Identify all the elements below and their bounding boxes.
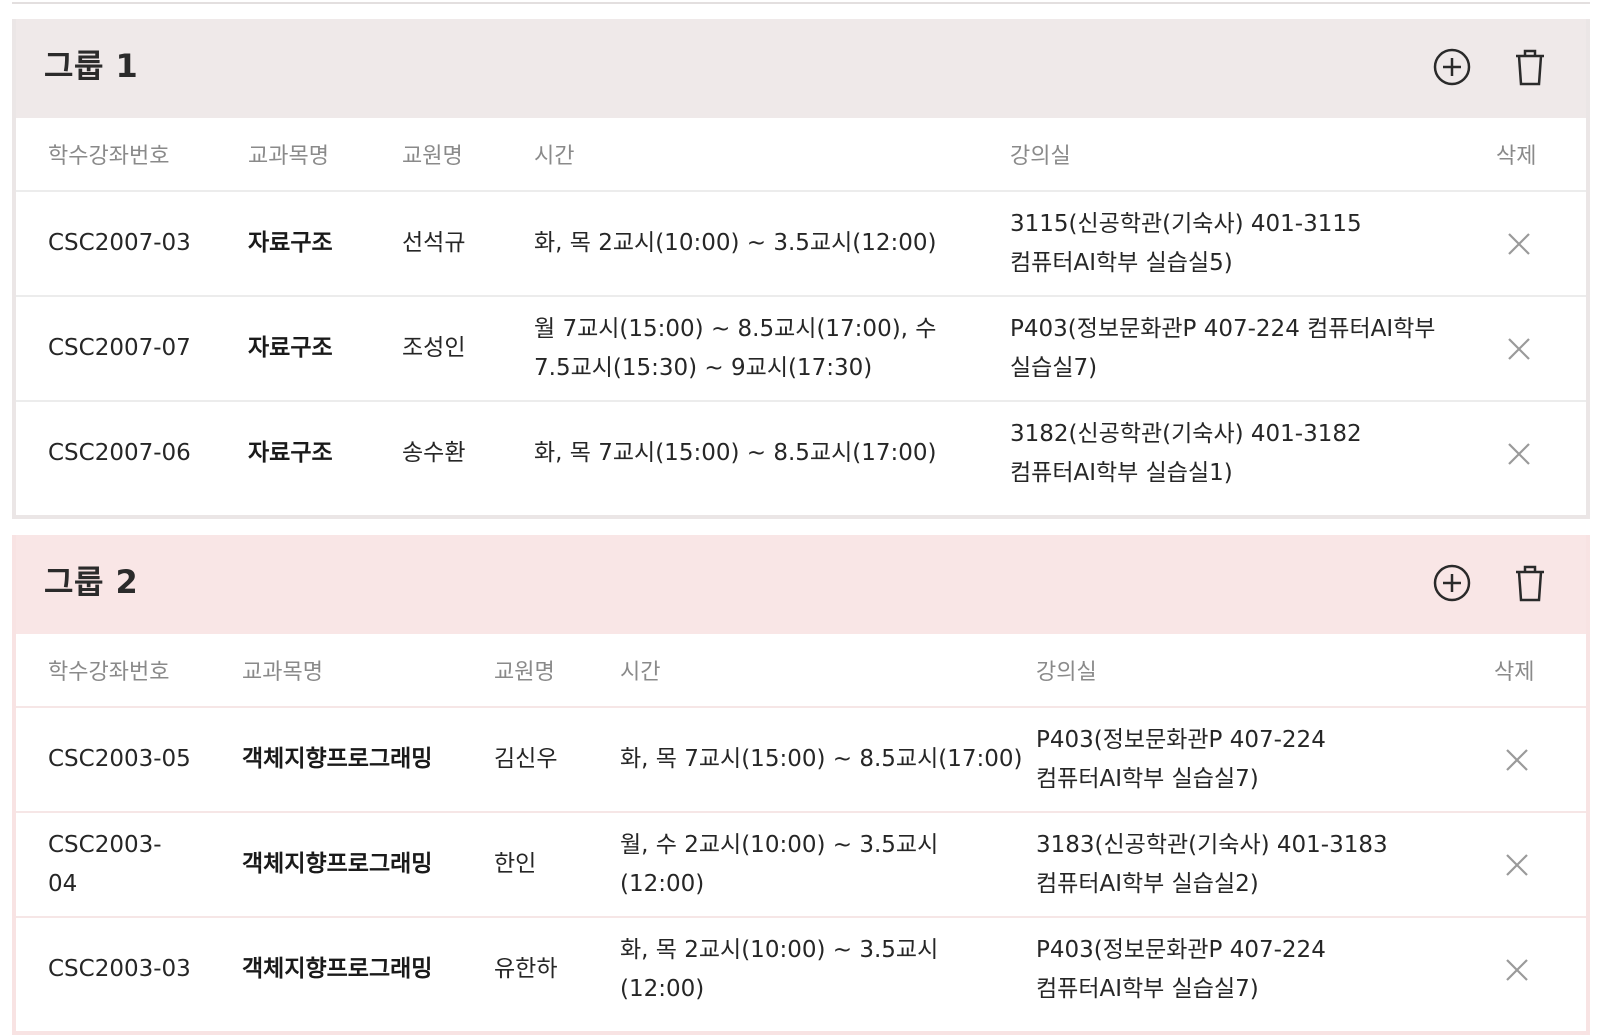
remove-course-button[interactable] [1504, 334, 1534, 364]
classroom: P403(정보문화관P 407-224 컴퓨터AI학부 실습실7) [1036, 707, 1454, 813]
close-icon [1508, 232, 1530, 255]
delete-group-button[interactable] [1508, 45, 1552, 89]
table-row: CSC2003-03 객체지향프로그래밍 유한하 화, 목 2교시(10:00)… [16, 917, 1586, 1021]
plus-circle-icon [1433, 48, 1471, 86]
delete-group-button[interactable] [1508, 561, 1552, 605]
course-code: CSC2003-03 [48, 956, 191, 982]
classroom: 3182(신공학관(기숙사) 401-3182 컴퓨터AI학부 실습실1) [1010, 420, 1362, 486]
table-header-row: 학수강좌번호 교과목명 교원명 시간 강의실 삭제 [16, 118, 1586, 192]
remove-course-button[interactable] [1502, 955, 1532, 985]
remove-course-button[interactable] [1502, 850, 1532, 880]
professor-name: 선석규 [402, 191, 534, 297]
course-code: CSC2003-04 [16, 812, 242, 918]
table-header-row: 학수강좌번호 교과목명 교원명 시간 강의실 삭제 [16, 634, 1586, 708]
close-icon [1506, 958, 1528, 981]
classroom: P403(정보문화관P 407-224 컴퓨터AI학부 실습실7) [1010, 296, 1456, 402]
table-row: CSC2003-05 객체지향프로그래밍 김신우 화, 목 7교시(15:00)… [16, 707, 1586, 813]
col-header-course: 교과목명 [248, 118, 402, 192]
col-header-code: 학수강좌번호 [16, 634, 242, 708]
classroom: 3183(신공학관(기숙사) 401-3183 컴퓨터AI학부 실습실2) [1036, 812, 1454, 918]
top-divider [12, 0, 1590, 4]
add-course-button[interactable] [1430, 561, 1474, 605]
course-table: 학수강좌번호 교과목명 교원명 시간 강의실 삭제 CSC2003-05 객체지… [16, 634, 1586, 1021]
plus-circle-icon [1433, 564, 1471, 602]
course-name: 자료구조 [248, 296, 402, 402]
group-title: 그룹 2 [44, 563, 139, 601]
add-course-button[interactable] [1430, 45, 1474, 89]
col-header-code: 학수강좌번호 [16, 118, 248, 192]
course-table: 학수강좌번호 교과목명 교원명 시간 강의실 삭제 CSC2007-03 자료구… [16, 118, 1586, 505]
remove-course-button[interactable] [1504, 229, 1534, 259]
table-row: CSC2007-07 자료구조 조성인 월 7교시(15:00) ~ 8.5교시… [16, 296, 1586, 402]
col-header-professor: 교원명 [494, 634, 620, 708]
col-header-time: 시간 [620, 634, 1036, 708]
col-header-room: 강의실 [1010, 118, 1456, 192]
classroom: 3115(신공학관(기숙사) 401-3115 컴퓨터AI학부 실습실5) [1010, 191, 1456, 297]
col-header-delete: 삭제 [1456, 118, 1586, 192]
class-time: 월, 수 2교시(10:00) ~ 3.5교시(12:00) [620, 812, 1036, 918]
course-name: 객체지향프로그래밍 [242, 956, 433, 982]
col-header-professor: 교원명 [402, 118, 534, 192]
close-icon [1508, 442, 1530, 465]
col-header-course: 교과목명 [242, 634, 494, 708]
course-name: 객체지향프로그래밍 [242, 707, 494, 813]
col-header-time: 시간 [534, 118, 1010, 192]
close-icon [1508, 337, 1530, 360]
group-title: 그룹 1 [44, 47, 139, 85]
table-row: CSC2007-03 자료구조 선석규 화, 목 2교시(10:00) ~ 3.… [16, 191, 1586, 297]
remove-course-button[interactable] [1504, 439, 1534, 469]
course-code: CSC2007-03 [16, 191, 248, 297]
professor-name: 유한하 [494, 956, 558, 982]
professor-name: 송수환 [402, 440, 466, 466]
close-icon [1506, 853, 1528, 876]
trash-icon [1516, 49, 1544, 86]
professor-name: 한인 [494, 812, 620, 918]
course-code: CSC2007-07 [16, 296, 248, 402]
class-time: 월 7교시(15:00) ~ 8.5교시(17:00), 수 7.5교시(15:… [534, 296, 1010, 402]
group-card-1: 그룹 1 학수강좌번호 교과목명 교원명 시간 강의실 삭제 CSC2007-0… [12, 19, 1590, 519]
classroom: P403(정보문화관P 407-224 컴퓨터AI학부 실습실7) [1036, 936, 1326, 1002]
group-card-2: 그룹 2 학수강좌번호 교과목명 교원명 시간 강의실 삭제 CSC2003-0… [12, 535, 1590, 1035]
group-header: 그룹 2 [16, 535, 1586, 634]
col-header-delete: 삭제 [1454, 634, 1586, 708]
course-name: 객체지향프로그래밍 [242, 812, 494, 918]
group-header: 그룹 1 [16, 19, 1586, 118]
col-header-room: 강의실 [1036, 634, 1454, 708]
course-name: 자료구조 [248, 191, 402, 297]
table-row: CSC2003-04 객체지향프로그래밍 한인 월, 수 2교시(10:00) … [16, 812, 1586, 918]
course-code: CSC2007-06 [48, 440, 191, 466]
class-time: 화, 목 2교시(10:00) ~ 3.5교시(12:00) [534, 191, 1010, 297]
course-name: 자료구조 [248, 440, 333, 466]
professor-name: 김신우 [494, 707, 620, 813]
table-row: CSC2007-06 자료구조 송수환 화, 목 7교시(15:00) ~ 8.… [16, 401, 1586, 505]
close-icon [1506, 748, 1528, 771]
class-time: 화, 목 7교시(15:00) ~ 8.5교시(17:00) [620, 707, 1036, 813]
trash-icon [1516, 565, 1544, 602]
professor-name: 조성인 [402, 296, 534, 402]
course-code: CSC2003-05 [16, 707, 242, 813]
class-time: 화, 목 7교시(15:00) ~ 8.5교시(17:00) [534, 440, 937, 466]
class-time: 화, 목 2교시(10:00) ~ 3.5교시(12:00) [620, 936, 939, 1002]
remove-course-button[interactable] [1502, 745, 1532, 775]
